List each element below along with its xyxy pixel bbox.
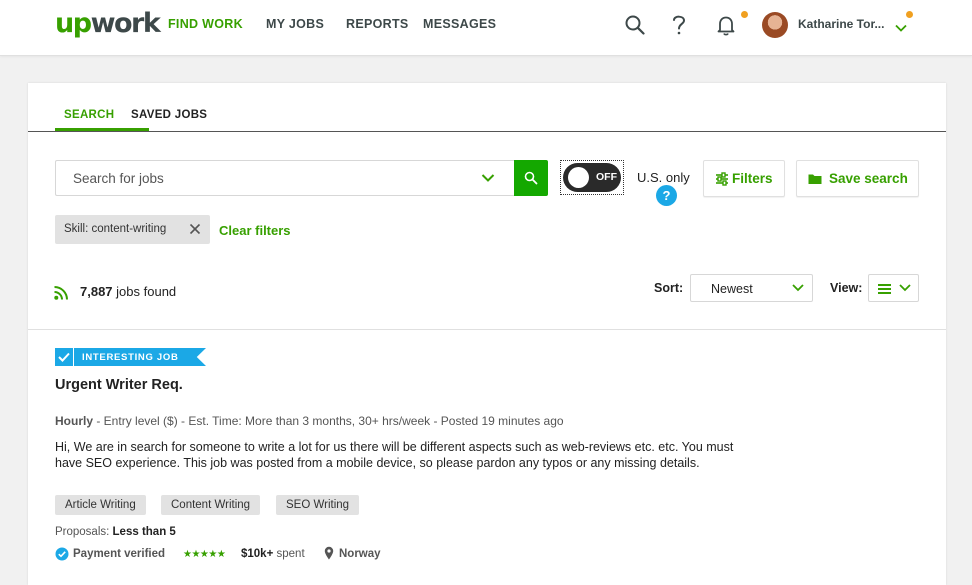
logo-work: work bbox=[90, 8, 161, 39]
badge-ribbon: INTERESTING JOB bbox=[74, 348, 206, 366]
logo-up: up bbox=[55, 8, 92, 39]
rating-stars: ★★★★★ bbox=[183, 549, 226, 560]
list-divider bbox=[28, 329, 946, 330]
us-only-toggle-focus: OFF bbox=[560, 160, 624, 195]
verified-icon bbox=[55, 547, 69, 561]
user-name[interactable]: Katharine Tor... bbox=[798, 17, 884, 31]
badge-label: INTERESTING JOB bbox=[82, 352, 179, 363]
user-menu-chevron-down-icon[interactable] bbox=[895, 19, 907, 37]
sort-chevron-down-icon bbox=[792, 284, 804, 292]
spent-suffix: spent bbox=[273, 548, 305, 560]
skill-tag-seo-writing[interactable]: SEO Writing bbox=[276, 495, 360, 515]
job-search-card: SEARCH SAVED JOBS OFF U.S. only ? Filter… bbox=[28, 83, 946, 585]
rss-icon[interactable] bbox=[54, 285, 69, 300]
client-spent: $10k+ spent bbox=[241, 548, 305, 560]
spent-amount: $10k+ bbox=[241, 548, 274, 560]
toggle-state-label: OFF bbox=[596, 171, 617, 183]
filter-chip-label: Skill: content-writing bbox=[64, 223, 167, 235]
user-notification-dot bbox=[906, 11, 913, 18]
job-description: Hi, We are in search for someone to writ… bbox=[55, 440, 734, 470]
proposals-label: Proposals: bbox=[55, 526, 113, 538]
upwork-logo[interactable]: upwork bbox=[55, 8, 161, 39]
sort-label: Sort: bbox=[654, 281, 684, 295]
nav-messages[interactable]: MESSAGES bbox=[423, 17, 496, 31]
save-search-label: Save search bbox=[829, 171, 908, 186]
nav-find-work[interactable]: FIND WORK bbox=[168, 17, 243, 31]
proposals-value: Less than 5 bbox=[112, 526, 176, 538]
jobs-count: 7,887 bbox=[80, 284, 113, 299]
search-input[interactable] bbox=[56, 161, 476, 195]
view-dropdown[interactable] bbox=[868, 274, 919, 302]
list-icon bbox=[878, 284, 891, 294]
jobs-found-count: 7,887 jobs found bbox=[80, 284, 176, 299]
job-title[interactable]: Urgent Writer Req. bbox=[55, 377, 183, 393]
search-chevron-down-icon[interactable] bbox=[481, 170, 495, 186]
view-chevron-down-icon bbox=[899, 284, 911, 292]
search-button[interactable] bbox=[514, 160, 548, 196]
job-type: Hourly bbox=[55, 414, 94, 428]
sliders-icon bbox=[716, 172, 728, 186]
map-pin-icon bbox=[324, 546, 334, 560]
nav-reports[interactable]: REPORTS bbox=[346, 17, 409, 31]
sort-dropdown[interactable]: Newest bbox=[690, 274, 813, 302]
sort-value: Newest bbox=[711, 282, 753, 296]
badge-check bbox=[55, 348, 73, 366]
proposals: Proposals: Less than 5 bbox=[55, 526, 176, 538]
save-search-button[interactable]: Save search bbox=[796, 160, 919, 197]
us-only-help-icon[interactable]: ? bbox=[656, 185, 677, 206]
close-icon[interactable] bbox=[189, 223, 201, 235]
skill-tag-content-writing[interactable]: Content Writing bbox=[161, 495, 261, 515]
tab-search[interactable]: SEARCH bbox=[64, 109, 114, 121]
tab-saved-jobs[interactable]: SAVED JOBS bbox=[131, 109, 207, 121]
filters-button[interactable]: Filters bbox=[703, 160, 785, 197]
job-meta-details: - Entry level ($) - Est. Time: More than… bbox=[93, 414, 564, 428]
notification-dot bbox=[741, 11, 748, 18]
avatar[interactable] bbox=[762, 12, 788, 38]
payment-verified: Payment verified bbox=[73, 548, 166, 560]
view-label: View: bbox=[830, 281, 863, 295]
skill-tag-article-writing[interactable]: Article Writing bbox=[55, 495, 146, 515]
top-header: upwork FIND WORK MY JOBS REPORTS MESSAGE… bbox=[0, 0, 972, 56]
help-icon[interactable] bbox=[672, 14, 686, 41]
search-field bbox=[55, 160, 514, 196]
toggle-knob bbox=[568, 167, 589, 188]
filter-chip: Skill: content-writing bbox=[55, 215, 210, 244]
filters-label: Filters bbox=[732, 171, 773, 186]
us-only-label: U.S. only bbox=[637, 170, 690, 185]
us-only-toggle[interactable]: OFF bbox=[563, 163, 621, 192]
folder-icon bbox=[808, 174, 822, 184]
jobs-found-suffix: jobs found bbox=[112, 284, 177, 299]
search-icon bbox=[524, 171, 538, 185]
check-icon bbox=[58, 352, 70, 362]
client-location: Norway bbox=[339, 548, 381, 560]
clear-filters-link[interactable]: Clear filters bbox=[219, 223, 291, 238]
header-search-icon[interactable] bbox=[625, 14, 645, 41]
nav-my-jobs[interactable]: MY JOBS bbox=[266, 17, 324, 31]
bell-icon[interactable] bbox=[717, 15, 735, 41]
job-meta: Hourly - Entry level ($) - Est. Time: Mo… bbox=[55, 414, 564, 428]
tab-divider bbox=[28, 131, 946, 132]
